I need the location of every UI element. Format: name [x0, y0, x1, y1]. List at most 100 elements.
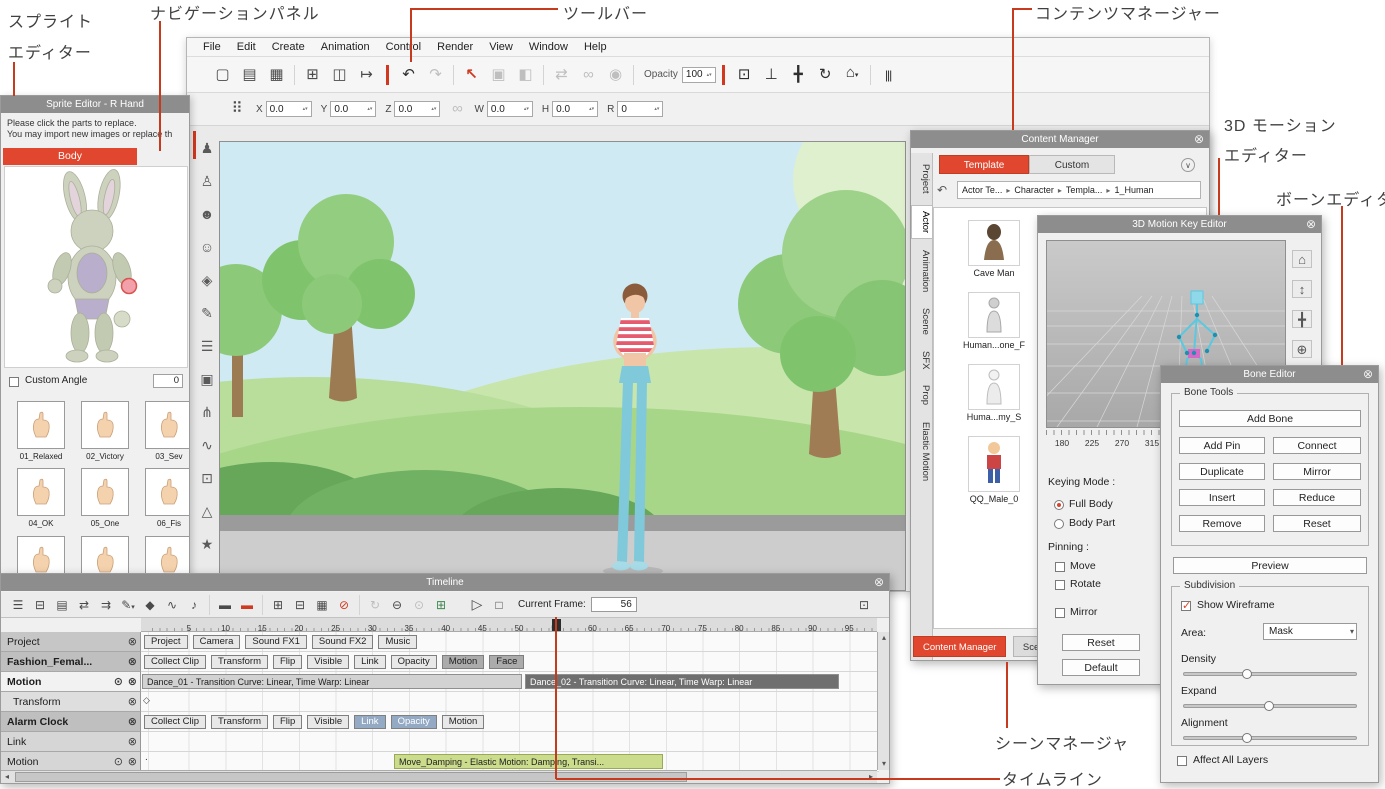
track-toggle-button[interactable]: Link — [354, 655, 385, 669]
swap-tracks-icon[interactable]: ⇄ — [73, 598, 95, 612]
mirror-checkbox[interactable] — [1055, 608, 1065, 618]
add-key-icon[interactable]: ⊞ — [267, 598, 289, 612]
full-body-radio[interactable] — [1054, 500, 1064, 510]
r-field[interactable]: 0▴▾ — [617, 101, 663, 117]
density-slider[interactable] — [1183, 672, 1357, 676]
link-icon[interactable]: ∞ — [575, 64, 602, 86]
body-part-radio[interactable] — [1054, 519, 1064, 529]
mixer-icon[interactable]: ||| — [875, 64, 902, 86]
track-content[interactable]: ◇ — [141, 692, 879, 712]
track-label[interactable]: Link⊗ — [1, 732, 141, 752]
current-frame-field[interactable]: 56 — [591, 597, 637, 612]
rotate-tool-icon[interactable]: ↻ — [812, 64, 839, 86]
spinner-icon[interactable]: ▴▾ — [707, 73, 712, 77]
rotate-checkbox[interactable] — [1055, 580, 1065, 590]
motion-clip[interactable]: Dance_01 - Transition Curve: Linear, Tim… — [142, 674, 522, 689]
affect-all-layers-label[interactable]: Affect All Layers — [1193, 754, 1268, 766]
sprite-icon[interactable]: ◈ — [198, 271, 216, 289]
tab-actor[interactable]: Actor — [911, 205, 932, 239]
range-icon[interactable]: □ — [488, 598, 510, 612]
affect-all-layers-checkbox[interactable] — [1177, 756, 1187, 766]
track-toggle-button[interactable]: Visible — [307, 715, 349, 729]
content-manager-tab[interactable]: Content Manager — [913, 636, 1006, 657]
face-puppet-icon[interactable]: ☺ — [198, 238, 216, 256]
add-bone-button[interactable]: Add Bone — [1179, 410, 1361, 427]
track-toggle-button[interactable]: Flip — [273, 715, 302, 729]
track-toggle-button[interactable]: Motion — [442, 655, 485, 669]
bone-icon[interactable]: ⋔ — [198, 403, 216, 421]
track-toggle-button[interactable]: Motion — [442, 715, 485, 729]
vertical-scrollbar[interactable]: ▴ ▾ — [877, 632, 889, 770]
edit-clip-icon[interactable]: ✎▾ — [117, 598, 139, 612]
collapse-track-icon[interactable]: ⊙ — [114, 752, 123, 772]
default-button[interactable]: Default — [1062, 659, 1140, 676]
hand-thumbnail[interactable] — [81, 401, 129, 449]
spring-icon[interactable]: ∿ — [198, 436, 216, 454]
tab-elastic-motion[interactable]: Elastic Motion — [911, 417, 932, 486]
close-track-icon[interactable]: ⊗ — [128, 672, 137, 692]
brush-icon[interactable]: ✎ — [198, 304, 216, 322]
zoom-out-icon[interactable]: ⊖ — [386, 598, 408, 612]
close-track-icon[interactable]: ⊗ — [128, 732, 137, 752]
camera-icon[interactable]: ⊡ — [198, 469, 216, 487]
track-content[interactable]: Collect ClipTransformFlipVisibleLinkOpac… — [141, 652, 879, 672]
expand-slider-thumb[interactable] — [1264, 701, 1274, 711]
body-tab[interactable]: Body — [3, 148, 137, 165]
mirror-label[interactable]: Mirror — [1070, 606, 1097, 618]
track-toggle-button[interactable]: Project — [144, 635, 188, 649]
track-toggle-button[interactable]: Collect Clip — [144, 715, 206, 729]
tab-prop[interactable]: Prop — [911, 380, 932, 410]
duplicate-button[interactable]: Duplicate — [1179, 463, 1265, 480]
track-toggle-button[interactable]: Music — [378, 635, 417, 649]
play-icon[interactable]: ▷ — [466, 596, 488, 613]
keyframe-icon[interactable]: ◆ — [139, 598, 161, 612]
back-icon[interactable]: ↶ — [937, 183, 947, 197]
breadcrumb[interactable]: Actor Te...CharacterTempla...1_Human — [957, 181, 1201, 199]
align-icon[interactable]: ⇄ — [548, 64, 575, 86]
y-field[interactable]: 0.0▴▾ — [330, 101, 376, 117]
tab-scene[interactable]: Scene — [911, 303, 932, 340]
menu-item[interactable]: File — [195, 41, 229, 53]
track-toggle-button[interactable]: Opacity — [391, 655, 437, 669]
scroll-up-icon[interactable]: ▴ — [878, 632, 890, 644]
music-icon[interactable]: ♪ — [183, 598, 205, 612]
track-toggle-button[interactable]: Camera — [193, 635, 241, 649]
menu-item[interactable]: Help — [576, 41, 615, 53]
add-pin-button[interactable]: Add Pin — [1179, 437, 1265, 454]
close-track-icon[interactable]: ⊗ — [128, 632, 137, 652]
scene-icon[interactable]: △ — [198, 502, 216, 520]
x-field[interactable]: 0.0▴▾ — [266, 101, 312, 117]
menu-item[interactable]: Control — [378, 41, 429, 53]
camera-view-icon[interactable]: ⊡ — [853, 598, 875, 612]
sprite-preview-area[interactable] — [4, 166, 188, 368]
motion-clip[interactable]: Dance_02 - Transition Curve: Linear, Tim… — [525, 674, 839, 689]
collapse-track-icon[interactable]: ⊙ — [114, 672, 123, 692]
menu-item[interactable]: Edit — [229, 41, 264, 53]
move-checkbox[interactable] — [1055, 562, 1065, 572]
menu-item[interactable]: Animation — [313, 41, 378, 53]
button-clip-red-icon[interactable]: ▬ — [236, 598, 258, 612]
add-actor-icon[interactable]: ♙ — [198, 172, 216, 190]
pin-icon[interactable]: ⊥ — [758, 64, 785, 86]
close-track-icon[interactable]: ⊗ — [128, 652, 137, 672]
keys-icon[interactable]: ▦ — [311, 598, 333, 612]
track-toggle-button[interactable]: Collect Clip — [144, 655, 206, 669]
horizontal-scrollbar[interactable]: ◂ ▸ — [1, 770, 877, 783]
paste-icon[interactable]: ▣ — [485, 64, 512, 86]
hand-thumbnail[interactable] — [145, 401, 190, 449]
track-label[interactable]: Alarm Clock⊗ — [1, 712, 141, 732]
reduce-button[interactable]: Reduce — [1273, 489, 1361, 506]
scroll-right-icon[interactable]: ▸ — [865, 771, 877, 783]
content-item[interactable]: Human...one_F — [949, 292, 1039, 350]
audio-wave-icon[interactable]: ∿ — [161, 598, 183, 612]
scrollbar-thumb[interactable] — [15, 772, 687, 782]
redo-icon[interactable]: ↷ — [422, 64, 449, 86]
close-icon[interactable]: ⊗ — [1192, 132, 1206, 147]
stage-viewport[interactable] — [219, 141, 906, 591]
pan-icon[interactable]: ↕ — [1292, 280, 1312, 298]
track-toggle-button[interactable]: Link — [354, 715, 385, 729]
mirror-button[interactable]: Mirror — [1273, 463, 1361, 480]
dropdown-arrow-icon[interactable]: ▾ — [1350, 624, 1354, 639]
menu-item[interactable]: View — [481, 41, 521, 53]
snap-grid-icon[interactable]: ⠿ — [227, 98, 247, 120]
